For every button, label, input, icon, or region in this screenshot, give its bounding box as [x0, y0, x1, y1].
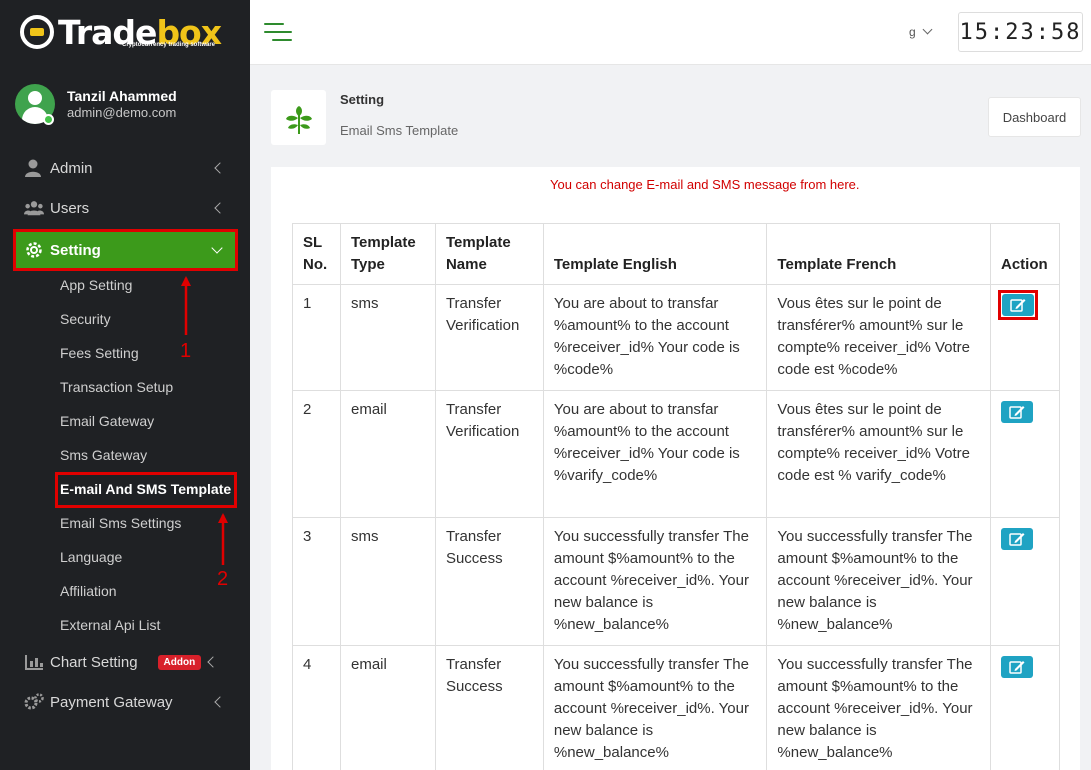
sidebar-item-payment-gateway[interactable]: Payment Gateway	[24, 690, 226, 714]
table-row: 3 sms Transfer Success You successfully …	[292, 517, 1061, 646]
chevron-left-icon	[214, 696, 226, 708]
cell-action	[989, 390, 1061, 518]
annotation-number-2: 2	[217, 568, 229, 590]
cell-english: You are about to transfar %amount% to th…	[542, 284, 768, 391]
cell-name: Transfer Success	[434, 645, 544, 770]
admin-user-icon	[25, 159, 41, 177]
leaf-icon	[285, 105, 312, 134]
chevron-left-icon	[207, 656, 219, 668]
sidebar-subitem-app-setting[interactable]: App Setting	[60, 277, 132, 293]
cell-sl: 4	[292, 645, 341, 770]
edit-icon	[1009, 661, 1025, 674]
cell-french: You successfully transfer The amount $%a…	[766, 517, 991, 646]
chevron-left-icon	[214, 162, 226, 174]
sidebar-item-label: Users	[50, 199, 90, 217]
sidebar-item-users[interactable]: Users	[24, 196, 226, 220]
cell-sl: 3	[292, 517, 341, 646]
edit-button[interactable]	[1000, 528, 1033, 550]
highlight-box-template	[55, 472, 237, 508]
language-dropdown[interactable]: g	[909, 24, 933, 39]
chevron-left-icon	[214, 202, 226, 214]
cell-french: You successfully transfer The amount $%a…	[766, 645, 991, 770]
sidebar-subitem-language[interactable]: Language	[60, 549, 122, 565]
table-row: 4 email Transfer Success You successfull…	[292, 645, 1061, 770]
sidebar-item-label: Payment Gateway	[50, 693, 173, 711]
page-header-icon	[271, 90, 326, 145]
sidebar-item-admin[interactable]: Admin	[24, 156, 226, 180]
user-profile[interactable]: Tanzil Ahammed admin@demo.com	[15, 84, 177, 125]
cell-english: You are about to transfar %amount% to th…	[542, 390, 768, 518]
edit-button[interactable]	[1001, 294, 1034, 316]
cell-type: email	[339, 645, 436, 770]
cell-french: Vous êtes sur le point de transférer% am…	[766, 284, 991, 391]
sidebar-subitem-transaction-setup[interactable]: Transaction Setup	[60, 379, 173, 395]
sidebar-subitem-external-api-list[interactable]: External Api List	[60, 617, 160, 633]
cell-name: Transfer Success	[434, 517, 544, 646]
sidebar-subitem-affiliation[interactable]: Affiliation	[60, 583, 117, 599]
header-template-english: Template English	[542, 223, 768, 285]
cell-type: email	[339, 390, 436, 518]
cell-action	[989, 284, 1061, 391]
header-action: Action	[989, 223, 1061, 285]
user-email: admin@demo.com	[67, 105, 177, 120]
cell-action	[989, 517, 1061, 646]
highlight-box-setting	[13, 229, 238, 271]
cell-english: You successfully transfer The amount $%a…	[542, 517, 768, 646]
edit-icon	[1009, 533, 1025, 546]
bar-chart-icon	[25, 655, 43, 670]
digital-clock: 15:23:58	[958, 12, 1083, 52]
sidebar-subitem-email-sms-settings[interactable]: Email Sms Settings	[60, 515, 181, 531]
header-template-type: Template Type	[339, 223, 436, 285]
cell-action	[989, 645, 1061, 770]
page-subtitle: Email Sms Template	[340, 123, 459, 138]
table-header-row: SL No. Template Type Template Name Templ…	[292, 223, 1061, 285]
chevron-down-icon	[922, 24, 933, 34]
user-name: Tanzil Ahammed	[67, 88, 177, 104]
edit-icon	[1010, 299, 1026, 312]
logo-tagline: Cryptocurrency trading software	[122, 42, 216, 48]
edit-icon	[1009, 406, 1025, 419]
header-template-french: Template French	[766, 223, 991, 285]
annotation-number-1: 1	[180, 340, 192, 362]
language-value: g	[909, 25, 916, 39]
sidebar-subitem-fees-setting[interactable]: Fees Setting	[60, 345, 139, 361]
cell-type: sms	[339, 284, 436, 391]
template-table: SL No. Template Type Template Name Templ…	[292, 223, 1061, 770]
cell-name: Transfer Verification	[434, 284, 544, 391]
header-template-name: Template Name	[434, 223, 544, 285]
users-group-icon	[24, 201, 44, 216]
gears-icon	[24, 693, 44, 710]
cell-name: Transfer Verification	[434, 390, 544, 518]
sidebar-item-label: Admin	[50, 159, 93, 177]
edit-button[interactable]	[1000, 656, 1033, 678]
page-title: Setting	[340, 92, 385, 107]
annotation-note: You can change E-mail and SMS message fr…	[550, 177, 860, 192]
sidebar-subitem-security[interactable]: Security	[60, 311, 111, 327]
hamburger-menu-icon[interactable]	[264, 23, 292, 41]
table-row: 1 sms Transfer Verification You are abou…	[292, 284, 1061, 391]
edit-button[interactable]	[1000, 401, 1033, 423]
highlight-box-edit	[997, 290, 1038, 320]
sidebar-item-chart-setting[interactable]: Chart Setting Addon	[24, 650, 224, 674]
header-sl-no: SL No.	[292, 223, 341, 285]
logo-mark-icon	[20, 15, 54, 49]
topbar: g 15:23:58	[250, 0, 1091, 65]
dashboard-button[interactable]: Dashboard	[988, 97, 1081, 137]
online-status-dot	[43, 114, 54, 125]
cell-type: sms	[339, 517, 436, 646]
sidebar-subitem-email-gateway[interactable]: Email Gateway	[60, 413, 154, 429]
cell-sl: 2	[292, 390, 341, 518]
addon-badge: Addon	[157, 654, 202, 670]
sidebar-item-label: Chart Setting	[50, 653, 138, 671]
table-row: 2 email Transfer Verification You are ab…	[292, 390, 1061, 518]
cell-sl: 1	[292, 284, 341, 391]
sidebar-subitem-sms-gateway[interactable]: Sms Gateway	[60, 447, 147, 463]
cell-french: Vous êtes sur le point de transférer% am…	[766, 390, 991, 518]
sidebar: Tradebox Cryptocurrency trading software…	[0, 0, 250, 770]
cell-english: You successfully transfer The amount $%a…	[542, 645, 768, 770]
